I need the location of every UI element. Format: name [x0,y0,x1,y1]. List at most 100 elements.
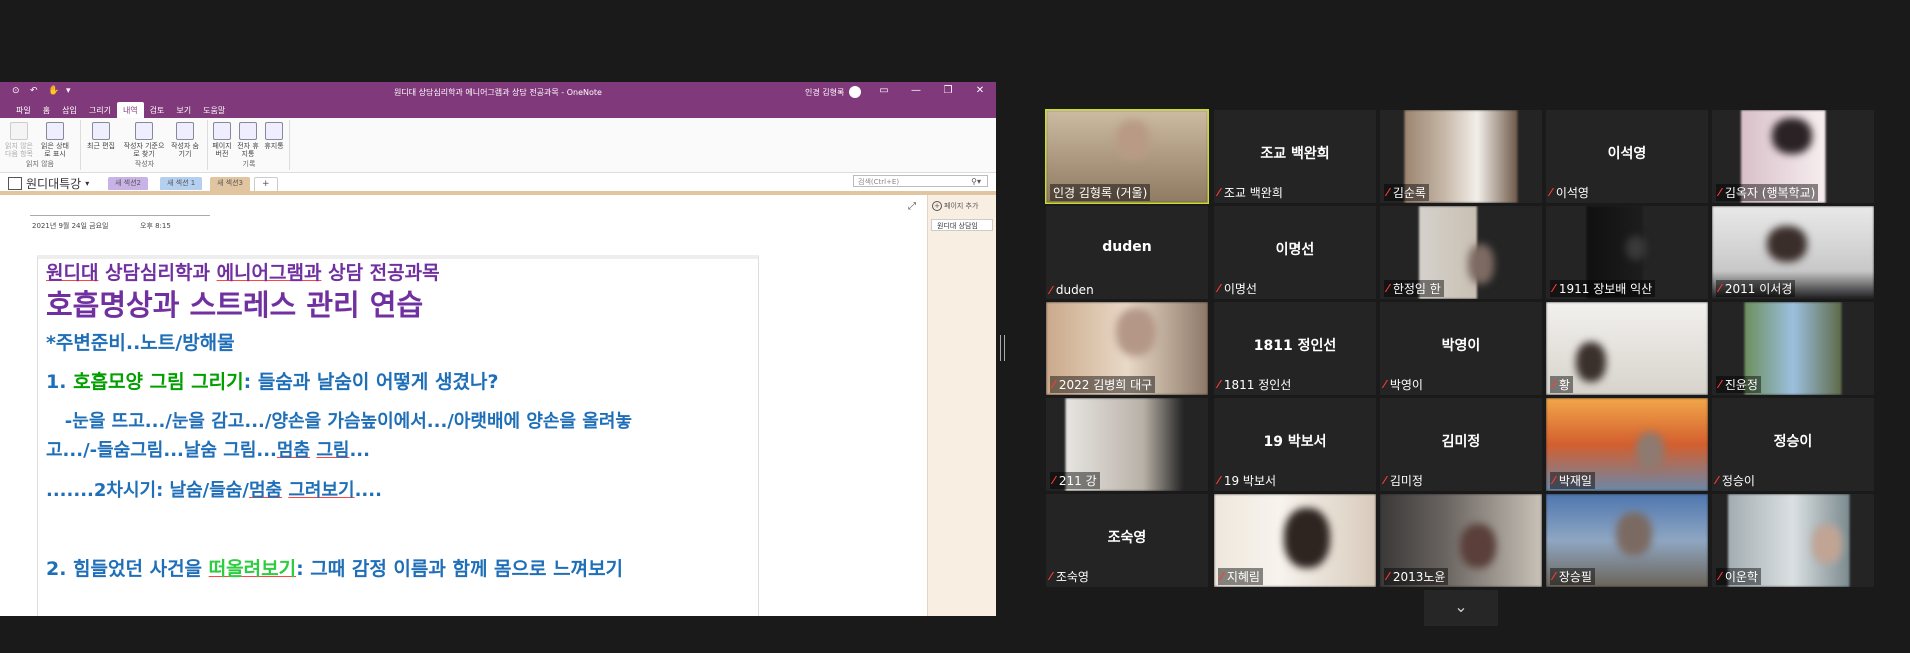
add-section-button[interactable]: + [254,177,278,192]
blurred-face [1468,244,1494,284]
participant-name: duden [1055,283,1094,297]
ribbon-tab[interactable]: 삽입 [56,102,83,118]
find-by-author-button[interactable]: 작성자 기준으로 찾기 [122,122,166,158]
add-page-button[interactable]: + 페이지 추가 [932,201,978,211]
expand-icon[interactable]: ⤢ [908,201,916,212]
blurred-face [1460,524,1496,568]
notebook-bar: 원디대특강 ▾ 새 섹션2 새 섹션 1 새 섹션3 + 검색(Ctrl+E) … [0,173,996,192]
notebook-recycle-button[interactable]: 전자 휴지통 [235,122,261,158]
ribbon-tab[interactable]: 내역 [116,102,144,118]
participant-tile[interactable]: ⁄ 장승필 [1546,494,1708,587]
participant-name: 황 [1558,378,1570,392]
section-tab[interactable]: 새 섹션 1 [160,177,203,190]
ribbon-group-unread: 읽지 않은 다음 항목 읽은 상태로 표시 읽지 않음 [0,120,81,170]
participant-tile[interactable]: ⁄ 2022 김병희 대구 [1046,302,1208,395]
mic-muted-icon: ⁄ [1218,186,1220,199]
participant-tile[interactable]: duden ⁄ duden [1046,206,1208,299]
participant-tile[interactable]: 조숙영 ⁄ 조숙영 [1046,494,1208,587]
participant-tile[interactable]: ⁄ 211 강 [1046,398,1208,491]
blurred-face [1616,512,1652,556]
participant-display-name: 김미정 [1441,434,1481,450]
participant-tile[interactable]: 박영이 ⁄ 박영이 [1380,302,1542,395]
blurred-face [1812,524,1842,564]
ribbon-display-icon[interactable]: ▭ [878,85,890,96]
ribbon-tab[interactable]: 파일 [10,102,37,118]
section-tab-active[interactable]: 새 섹션3 [210,177,250,192]
participant-tile[interactable]: ⁄ 2013노윤 [1380,494,1542,587]
participant-label: ⁄ 박재일 [1550,472,1595,489]
mark-read-button[interactable]: 읽은 상태로 표시 [40,122,70,158]
participant-tile[interactable]: 조교 백완희 ⁄ 조교 백완희 [1214,110,1376,203]
participant-label: ⁄ 지혜림 [1218,568,1263,585]
close-button[interactable]: ✕ [974,85,986,96]
onenote-window: ⊙ ↶ ✋ ▾ 원디대 상담심리학과 에니어그램과 상담 전공과목 - OneN… [0,82,996,616]
mic-muted-icon: ⁄ [1053,474,1055,487]
ribbon-tab[interactable]: 그리기 [83,102,117,118]
participant-tile[interactable]: ⁄ 김옥자 (행복학교) [1712,110,1874,203]
hide-authors-button[interactable]: 작성자 숨기기 [170,122,200,158]
ribbon-tab[interactable]: 홈 [37,102,56,118]
participant-tile[interactable]: 인경 김형록 (거울) [1045,109,1209,204]
participant-tile[interactable]: ⁄ 박재일 [1546,398,1708,491]
page-list-item[interactable]: 원디대 상담임 [931,219,993,231]
mic-muted-icon: ⁄ [1384,474,1386,487]
participant-tile[interactable]: 이명선 ⁄ 이명선 [1214,206,1376,299]
mic-muted-icon: ⁄ [1387,282,1389,295]
recent-edits-button[interactable]: 최근 편집 [86,122,116,150]
ribbon-tab[interactable]: 검토 [144,102,171,118]
gallery-next-page-button[interactable]: ⌄ [1424,590,1498,626]
participant-display-name: 정승이 [1773,434,1813,450]
participant-tile[interactable]: 19 박보서 ⁄ 19 박보서 [1214,398,1376,491]
blurred-face [1636,432,1664,470]
participant-tile[interactable]: ⁄ 2011 이서경 [1712,206,1874,299]
window-controls: ▭ — ❐ ✕ [878,85,986,96]
participant-tile[interactable]: ⁄ 김순록 [1380,110,1542,203]
notebook-name: 원디대특강 [26,177,82,191]
maximize-button[interactable]: ❐ [942,85,954,96]
participant-tile[interactable]: ⁄ 황 [1546,302,1708,395]
participant-tile[interactable]: ⁄ 지혜림 [1214,494,1376,587]
note-line: 2. 힘들었던 사건을 떠올려보기: 그때 감정 이름과 함께 몸으로 느껴보기 [46,558,624,580]
participant-tile[interactable]: 이석영 ⁄ 이석영 [1546,110,1708,203]
ribbon-group-history: 페이지 버전 전자 휴지통 휴지통 기록 [209,120,290,170]
ribbon-tabs: 파일 홈 삽입 그리기 내역 검토 보기 도움말 [0,102,996,118]
participant-tile[interactable]: ⁄ 1911 장보배 익산 [1546,206,1708,299]
page-canvas[interactable]: ⤢ 2021년 9월 24일 금요일 오후 8:15 원디대 상담심리학과 에니… [0,195,927,616]
group-label-unread: 읽지 않음 [26,160,54,168]
page-title-line[interactable] [30,215,210,216]
user-account[interactable]: 인경 김형록 [805,86,862,98]
participant-tile[interactable]: 1811 정인선 ⁄ 1811 정인선 [1214,302,1376,395]
notebook-selector[interactable]: 원디대특강 ▾ [8,175,89,192]
next-unread-icon [10,122,28,140]
splitter-handle[interactable] [1000,335,1005,361]
participant-tile[interactable]: 정승이 ⁄ 정승이 [1712,398,1874,491]
participant-tile[interactable]: ⁄ 이운학 [1712,494,1874,587]
ribbon-tab[interactable]: 도움말 [197,102,231,118]
blurred-face [1116,308,1156,356]
participant-name: 211 강 [1058,474,1097,488]
mic-muted-icon: ⁄ [1553,378,1555,391]
find-author-icon [135,122,153,140]
ribbon-tab[interactable]: 보기 [170,102,197,118]
section-tab[interactable]: 새 섹션2 [108,177,148,190]
mic-muted-icon: ⁄ [1384,378,1386,391]
participant-tile[interactable]: ⁄ 한정임 한 [1380,206,1542,299]
trash-button[interactable]: 휴지통 [261,122,287,150]
participant-label: ⁄ 2022 김병희 대구 [1050,376,1156,393]
participant-label: ⁄ 황 [1550,376,1573,393]
participant-tile[interactable]: ⁄ 진윤정 [1712,302,1874,395]
minimize-button[interactable]: — [910,85,922,96]
search-input[interactable]: 검색(Ctrl+E) ⚲▾ [853,175,988,187]
participant-name: 지혜림 [1226,570,1260,584]
clock-icon [92,122,110,140]
participant-name: 조숙영 [1055,570,1089,584]
next-unread-button[interactable]: 읽지 않은 다음 항목 [4,122,34,158]
mic-muted-icon: ⁄ [1716,474,1718,487]
participant-tile[interactable]: 김미정 ⁄ 김미정 [1380,398,1542,491]
blurred-face [1116,120,1150,160]
page-time: 오후 8:15 [140,222,171,230]
mic-muted-icon: ⁄ [1719,186,1721,199]
page-versions-button[interactable]: 페이지 버전 [209,122,235,158]
participant-name: 이명선 [1223,282,1257,296]
mic-muted-icon: ⁄ [1719,282,1721,295]
